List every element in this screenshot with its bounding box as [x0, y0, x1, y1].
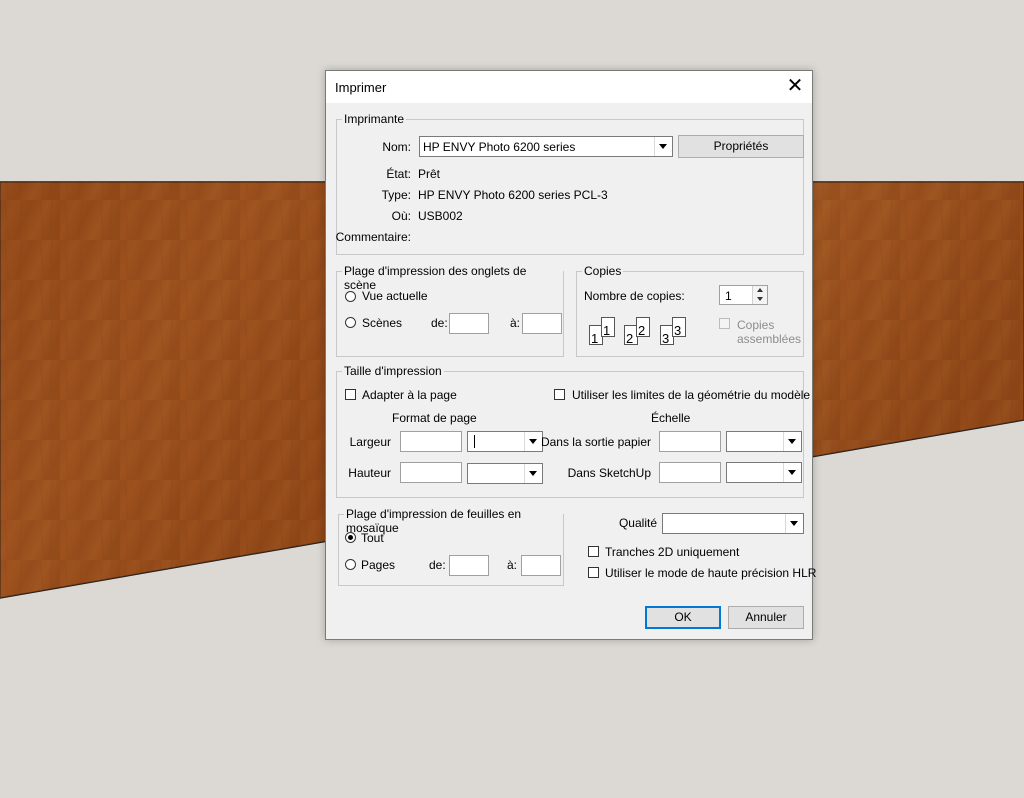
current-view-label: Vue actuelle	[362, 289, 428, 303]
scene-to-input[interactable]	[522, 313, 562, 334]
page-from-input[interactable]	[449, 555, 489, 576]
chevron-down-icon	[524, 464, 542, 483]
all-pages-label: Tout	[361, 531, 384, 545]
width-input[interactable]	[400, 431, 462, 452]
comment-label: Commentaire:	[335, 230, 411, 244]
scene-from-input[interactable]	[449, 313, 489, 334]
dialog-title: Imprimer	[335, 80, 387, 95]
page-to-label: à:	[507, 558, 518, 572]
printer-legend: Imprimante	[342, 112, 407, 126]
page-from-label: de:	[429, 558, 446, 572]
cancel-button[interactable]: Annuler	[728, 606, 804, 629]
printer-name-value: HP ENVY Photo 6200 series	[423, 140, 576, 154]
chevron-down-icon	[783, 463, 801, 482]
chevron-down-icon	[524, 432, 542, 451]
height-unit-select[interactable]	[467, 463, 543, 484]
title-bar: Imprimer ✕	[326, 71, 812, 103]
fit-page-checkbox[interactable]	[345, 389, 356, 400]
width-unit-select[interactable]	[467, 431, 543, 452]
copies-count-label: Nombre de copies:	[584, 289, 685, 303]
scenes-label: Scènes	[362, 316, 403, 330]
page-to-input[interactable]	[521, 555, 561, 576]
close-button[interactable]: ✕	[778, 71, 812, 103]
page-range-label: Pages	[361, 558, 396, 572]
page-icon: 3	[672, 317, 686, 338]
sketchup-scale-unit-select[interactable]	[726, 462, 802, 483]
scene-from-label: de:	[431, 316, 448, 330]
hlr-mode-label: Utiliser le mode de haute précision HLR	[605, 566, 817, 580]
scene-range-group: Plage d'impression des onglets de scène …	[336, 264, 564, 357]
model-extents-label: Utiliser les limites de la géométrie du …	[572, 388, 811, 402]
tiled-range-group: Plage d'impression de feuilles en mosaïq…	[338, 507, 564, 586]
copies-group: Copies Nombre de copies: 1 1 1 2 2 3 3 C…	[576, 264, 804, 357]
width-unit-cursor	[474, 435, 475, 448]
scale-header: Échelle	[651, 411, 691, 425]
where-label: Où:	[391, 209, 411, 223]
scene-range-legend: Plage d'impression des onglets de scène	[342, 264, 563, 292]
print-size-legend: Taille d'impression	[342, 364, 444, 378]
printer-group: Imprimante Nom: HP ENVY Photo 6200 serie…	[335, 112, 804, 255]
scenes-radio[interactable]	[345, 317, 356, 328]
printer-name-label: Nom:	[382, 140, 411, 154]
copies-legend: Copies	[582, 264, 624, 278]
collate-label-line2: assemblées	[737, 332, 802, 346]
page-icon: 1	[601, 317, 615, 338]
paper-scale-input[interactable]	[659, 431, 721, 452]
print-size-group: Taille d'impression Adapter à la page Ut…	[336, 364, 810, 498]
print-dialog: Imprimer ✕ Imprimante Nom: HP ENVY Photo…	[325, 70, 817, 640]
page-format-header: Format de page	[392, 411, 477, 425]
page-range-radio[interactable]	[345, 559, 356, 570]
ok-button[interactable]: OK	[645, 606, 721, 629]
sketchup-label: Dans SketchUp	[567, 466, 651, 480]
slices-2d-checkbox[interactable]	[588, 546, 599, 557]
current-view-radio[interactable]	[345, 291, 356, 302]
quality-select[interactable]	[662, 513, 804, 534]
chevron-down-icon	[785, 514, 803, 533]
status-label: État:	[386, 167, 411, 181]
properties-button[interactable]: Propriétés	[678, 135, 804, 158]
quality-label: Qualité	[618, 516, 657, 530]
stepper-down-icon[interactable]	[752, 295, 767, 304]
copies-count-stepper[interactable]: 1	[719, 285, 768, 305]
page-icon: 2	[636, 317, 650, 338]
where-value: USB002	[418, 209, 463, 223]
type-value: HP ENVY Photo 6200 series PCL-3	[418, 188, 608, 202]
width-label: Largeur	[349, 435, 391, 449]
model-extents-checkbox[interactable]	[554, 389, 565, 400]
slices-2d-label: Tranches 2D uniquement	[605, 545, 740, 559]
chevron-down-icon	[654, 137, 672, 156]
fit-page-label: Adapter à la page	[362, 388, 457, 402]
sketchup-scale-input[interactable]	[659, 462, 721, 483]
collate-label: Copies	[737, 318, 775, 332]
chevron-down-icon	[783, 432, 801, 451]
height-input[interactable]	[400, 462, 462, 483]
printer-name-select[interactable]: HP ENVY Photo 6200 series	[419, 136, 673, 157]
status-value: Prêt	[418, 167, 441, 181]
hlr-mode-checkbox[interactable]	[588, 567, 599, 578]
scene-to-label: à:	[510, 316, 521, 330]
paper-output-label: Dans la sortie papier	[540, 435, 651, 449]
all-pages-radio[interactable]	[345, 532, 356, 543]
close-icon: ✕	[786, 75, 804, 97]
copies-count-value: 1	[725, 289, 732, 303]
paper-scale-unit-select[interactable]	[726, 431, 802, 452]
height-label: Hauteur	[348, 466, 391, 480]
type-label: Type:	[381, 188, 411, 202]
collate-checkbox[interactable]	[719, 318, 730, 329]
